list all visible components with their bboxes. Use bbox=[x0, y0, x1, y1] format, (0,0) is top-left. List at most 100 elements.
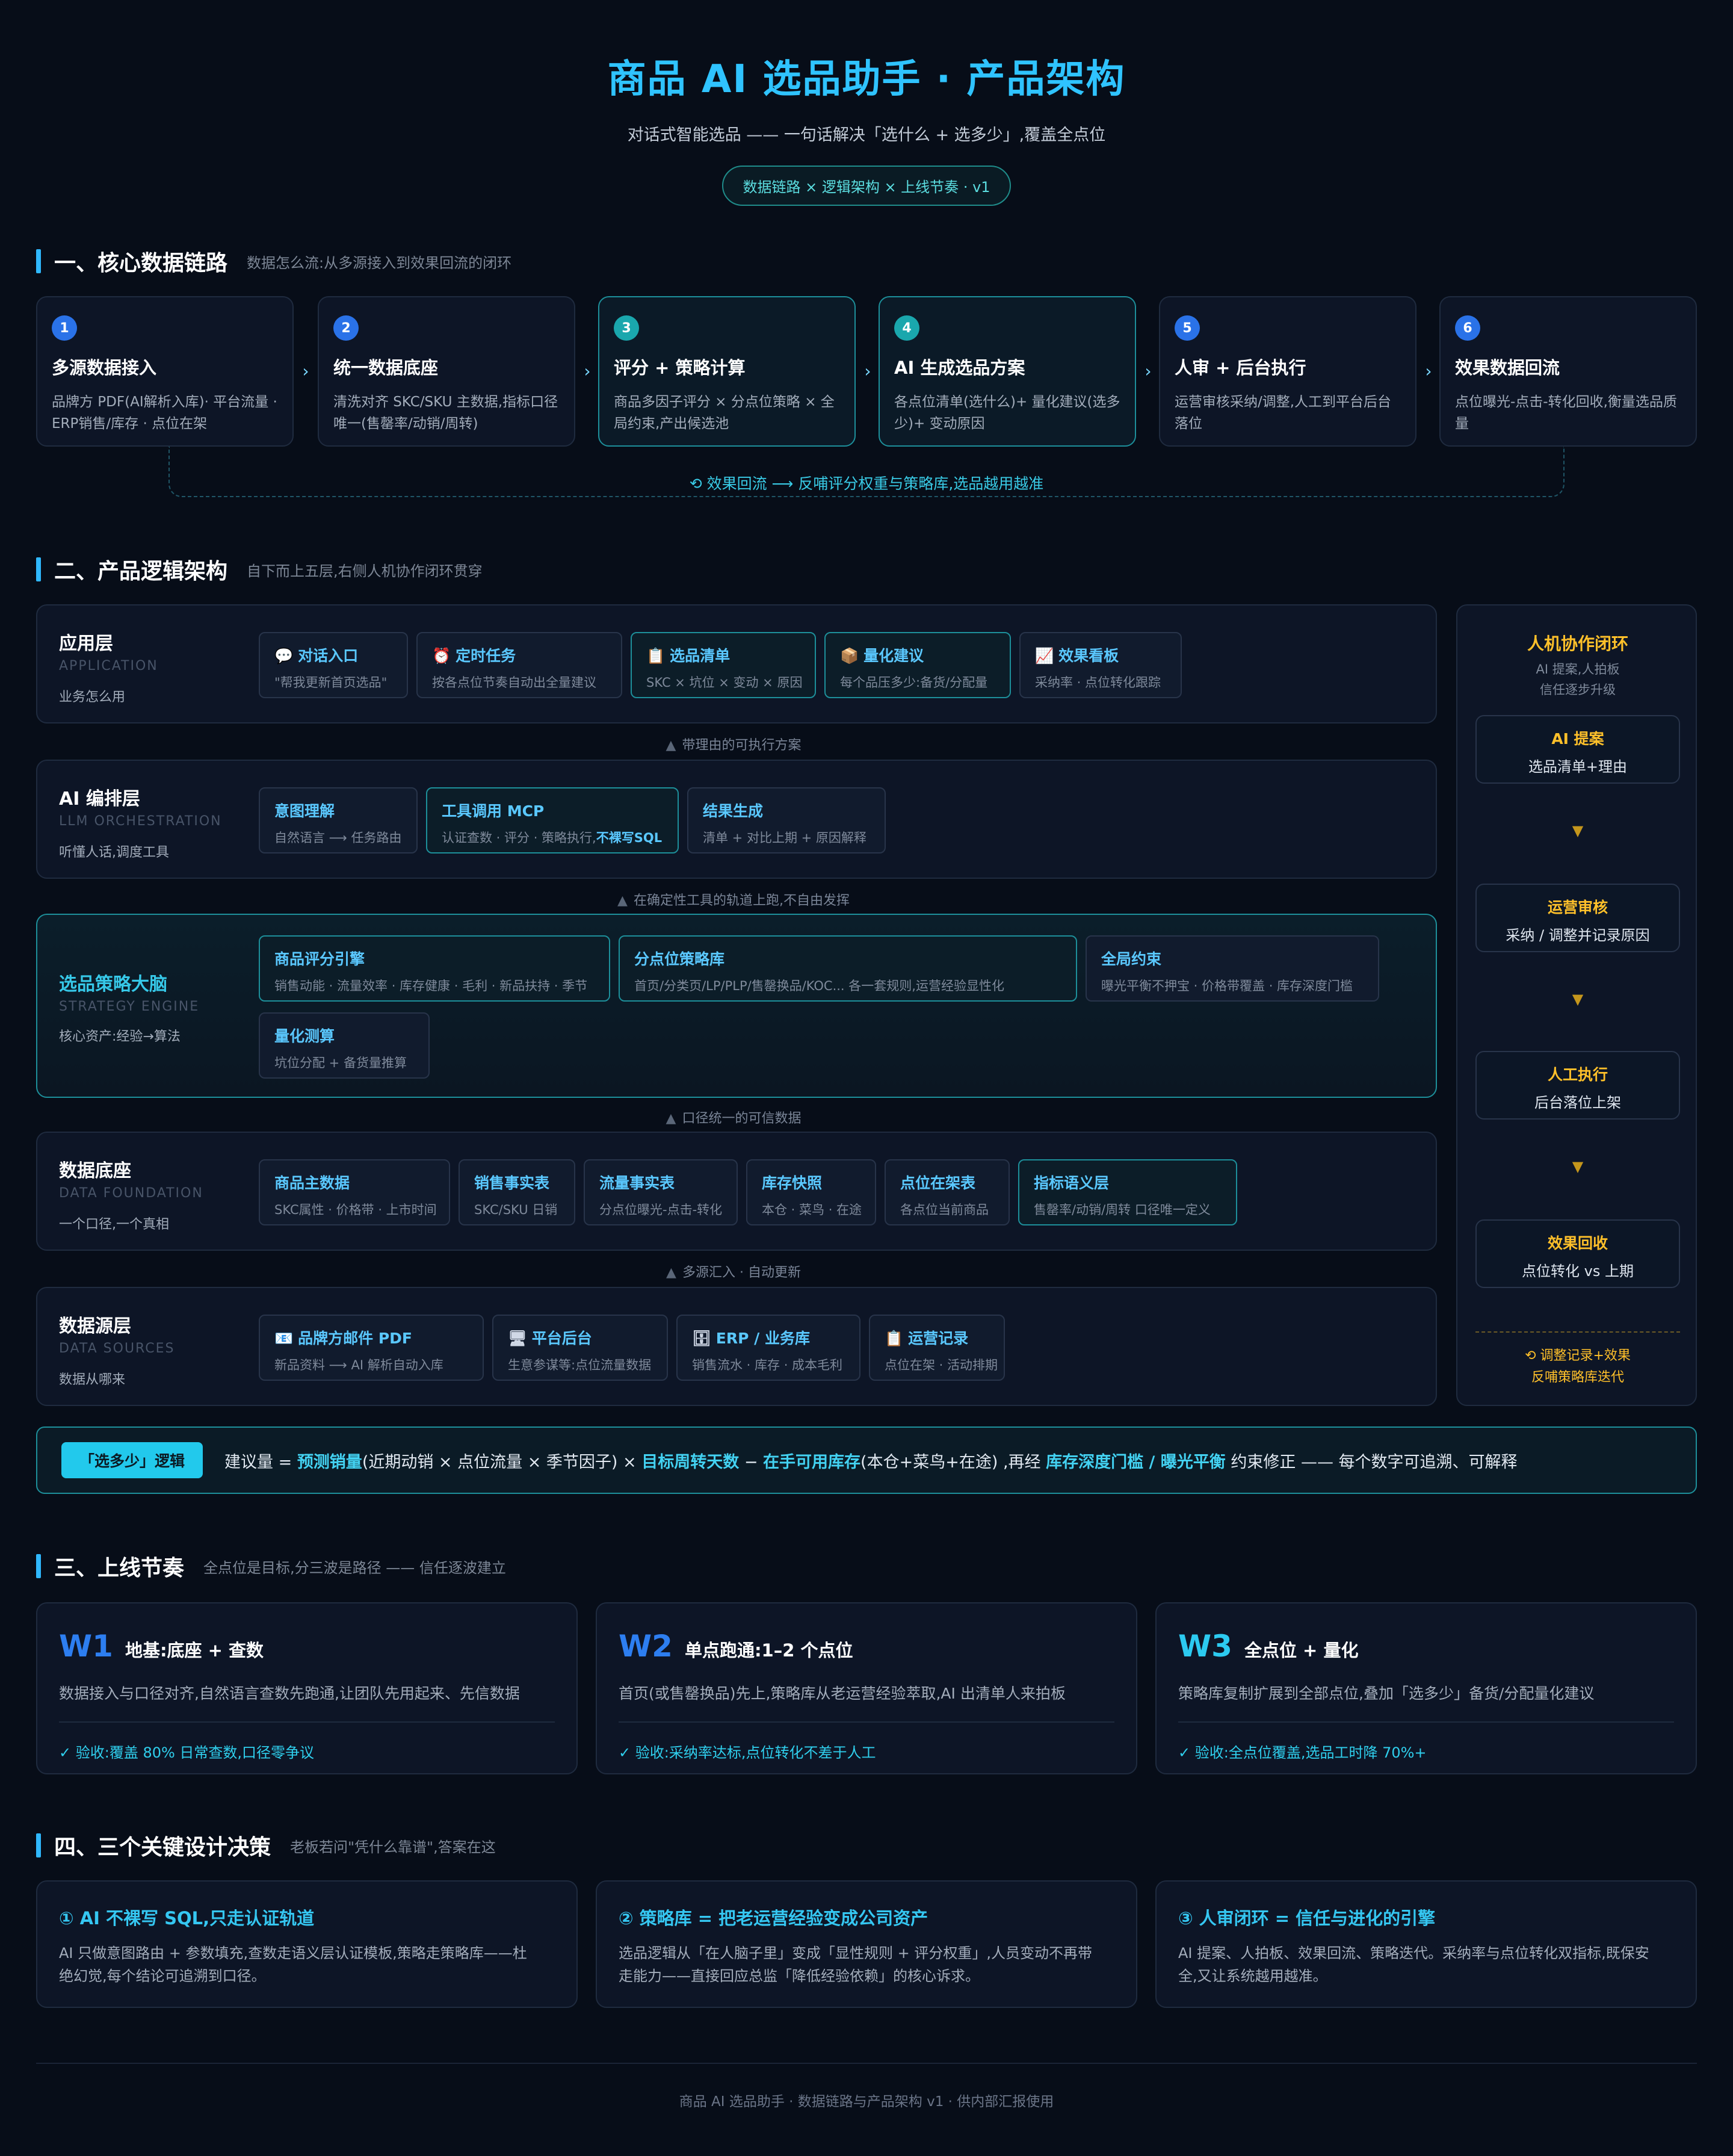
loop-step-title: AI 提案 bbox=[1551, 730, 1604, 748]
section-1-heading: 一、核心数据链路 数据怎么流:从多源接入到效果回流的闭环 bbox=[36, 246, 511, 277]
layer-en-name: APPLICATION bbox=[59, 658, 158, 674]
decision-title: ③ 人审闭环 = 信任与进化的引擎 bbox=[1178, 1908, 1436, 1928]
module-title: 指标语义层 bbox=[1034, 1174, 1110, 1192]
footer-text: 商品 AI 选品助手 · 数据链路与产品架构 v1 · 供内部汇报使用 bbox=[679, 2094, 1054, 2110]
loop-step: 人工执行 后台落位上架 bbox=[1475, 1051, 1680, 1120]
layer-name: 数据源层 bbox=[59, 1316, 131, 1337]
module-desc: 首页/分类页/LP/PLP/售罄换品/KOC... 各一套规则,运营经验显性化 bbox=[634, 979, 1004, 993]
module-card: 销售事实表 SKC/SKU 日销 bbox=[459, 1159, 575, 1225]
loop-step: 效果回收 点位转化 vs 上期 bbox=[1475, 1219, 1680, 1288]
module-desc: 各点位当前商品 bbox=[900, 1203, 989, 1217]
footer-divider bbox=[36, 2063, 1697, 2064]
layer-desc: 数据从哪来 bbox=[59, 1372, 126, 1387]
wave-acceptance: ✓ 验收:采纳率达标,点位转化不差于人工 bbox=[619, 1744, 876, 1761]
step-title: 多源数据接入 bbox=[52, 358, 157, 378]
section-subtitle: 老板若问"凭什么靠谱",答案在这 bbox=[290, 1838, 496, 1856]
chevron-right-icon: › bbox=[584, 361, 591, 381]
chat-bubble-icon: 💬 bbox=[274, 647, 294, 664]
layer-connector: ▲ 多源汇入 · 自动更新 bbox=[666, 1265, 801, 1280]
module-card: 点位在架表 各点位当前商品 bbox=[885, 1159, 1010, 1225]
module-card: 结果生成 清单 + 对比上期 + 原因解释 bbox=[687, 787, 886, 853]
human-ai-loop-panel: 人机协作闭环 AI 提案,人拍板 信任逐步升级 AI 提案 选品清单+理由 ▼ … bbox=[1456, 604, 1697, 1406]
module-desc: "帮我更新首页选品" bbox=[274, 675, 388, 690]
module-card: 全局约束 曝光平衡不押宝 · 价格带覆盖 · 库存深度门槛 bbox=[1086, 935, 1379, 1002]
wave-card: W3 全点位 + 量化 策略库复制扩展到全部点位,叠加「选多少」备货/分配量化建议… bbox=[1155, 1602, 1697, 1774]
module-desc: 销售动能 · 流量效率 · 库存健康 · 毛利 · 新品扶持 · 季节 bbox=[274, 979, 588, 993]
step-title: 效果数据回流 bbox=[1455, 358, 1560, 378]
module-title: 定时任务 bbox=[456, 647, 516, 664]
chevron-right-icon: › bbox=[302, 361, 309, 381]
module-card: 🖥 平台后台 生意参谋等:点位流量数据 bbox=[492, 1315, 668, 1381]
step-number: 5 bbox=[1175, 315, 1200, 341]
triangle-up-icon: ▲ bbox=[666, 1265, 676, 1280]
decision-desc: 走能力——直接回应总监「降低经验依赖」的核心诉求。 bbox=[619, 1968, 980, 1984]
formula-tag: 「选多少」逻辑 bbox=[61, 1442, 203, 1478]
module-card: 库存快照 本仓 · 菜鸟 · 在途 bbox=[746, 1159, 876, 1225]
step-number: 6 bbox=[1455, 315, 1480, 341]
step-number: 2 bbox=[333, 315, 359, 341]
step-card: 3 评分 + 策略计算 商品多因子评分 × 分点位策略 × 全局约束,产出候选池 bbox=[598, 296, 856, 447]
package-icon: 📦 bbox=[840, 647, 859, 664]
module-desc: 自然语言 ⟶ 任务路由 bbox=[274, 831, 402, 845]
layer-connector: ▲ 带理由的可执行方案 bbox=[666, 738, 802, 753]
layer-en-name: STRATEGY ENGINE bbox=[59, 999, 200, 1014]
module-title: 库存快照 bbox=[762, 1174, 823, 1192]
step-number: 4 bbox=[894, 315, 919, 341]
layer-name: 选品策略大脑 bbox=[59, 974, 167, 995]
step-desc: 运营审核采纳/调整,人工到平台后台落位 bbox=[1175, 394, 1392, 432]
module-card: 量化测算 坑位分配 + 备货量推算 bbox=[259, 1012, 430, 1079]
module-desc: 点位在架 · 活动排期 bbox=[885, 1358, 998, 1372]
wave-key: W2 bbox=[619, 1629, 673, 1664]
formula-text: 建议量 = 预测销量(近期动销 × 点位流量 × 季节因子) × 目标周转天数 … bbox=[224, 1452, 1518, 1472]
section-title: 四、三个关键设计决策 bbox=[54, 1835, 271, 1860]
module-title: 分点位策略库 bbox=[634, 950, 725, 968]
panel-footer: ⟲ 调整记录+效果 bbox=[1525, 1348, 1631, 1363]
module-desc: 售罄率/动销/周转 口径唯一定义 bbox=[1034, 1203, 1211, 1217]
module-desc: 本仓 · 菜鸟 · 在途 bbox=[762, 1203, 862, 1217]
decision-desc: 全,又让系统越用越准。 bbox=[1178, 1968, 1327, 1984]
wave-card: W1 地基:底座 + 查数 数据接入与口径对齐,自然语言查数先跑通,让团队先用起来… bbox=[36, 1602, 578, 1774]
step-desc: 清洗对齐 SKC/SKU 主数据,指标口径唯一(售罄率/动销/周转) bbox=[333, 394, 558, 432]
decision-card: ② 策略库 = 把老运营经验变成公司资产 选品逻辑从「在人脑子里」变成「显性规则… bbox=[596, 1880, 1137, 2008]
module-desc: SKC × 坑位 × 变动 × 原因 bbox=[646, 675, 803, 690]
step-title: AI 生成选品方案 bbox=[894, 358, 1025, 378]
page-title: 商品 AI 选品助手 · 产品架构 bbox=[607, 57, 1126, 102]
loop-step-title: 运营审核 bbox=[1547, 899, 1608, 916]
triangle-up-icon: ▲ bbox=[617, 893, 628, 908]
module-card: ⏰ 定时任务 按各点位节奏自动出全量建议 bbox=[416, 632, 622, 698]
database-icon: 🗄 bbox=[692, 1330, 711, 1347]
page-subtitle: 对话式智能选品 —— 一句话解决「选什么 + 选多少」,覆盖全点位 bbox=[627, 126, 1106, 144]
module-card: 📋 选品清单 SKC × 坑位 × 变动 × 原因 bbox=[631, 632, 816, 698]
module-card: 商品评分引擎 销售动能 · 流量效率 · 库存健康 · 毛利 · 新品扶持 · … bbox=[259, 935, 610, 1002]
module-desc: 采纳率 · 点位转化跟踪 bbox=[1035, 675, 1161, 690]
section-subtitle: 自下而上五层,右侧人机协作闭环贯穿 bbox=[247, 562, 483, 580]
module-card: 💬 对话入口 "帮我更新首页选品" bbox=[259, 632, 408, 698]
wave-desc: 策略库复制扩展到全部点位,叠加「选多少」备货/分配量化建议 bbox=[1178, 1685, 1595, 1702]
module-desc: 按各点位节奏自动出全量建议 bbox=[432, 675, 596, 690]
layer-name: AI 编排层 bbox=[59, 788, 140, 810]
step-card: 6 效果数据回流 点位曝光-点击-转化回收,衡量选品质量 bbox=[1439, 296, 1697, 447]
header: 商品 AI 选品助手 · 产品架构 对话式智能选品 —— 一句话解决「选什么 +… bbox=[0, 48, 1733, 206]
layer-desc: 核心资产:经验→算法 bbox=[59, 1029, 181, 1044]
layer-strategy-engine: 选品策略大脑 STRATEGY ENGINE 核心资产:经验→算法 商品评分引擎… bbox=[36, 914, 1437, 1098]
layer-name: 数据底座 bbox=[59, 1160, 131, 1182]
step-desc: 点位曝光-点击-转化回收,衡量选品质量 bbox=[1455, 394, 1677, 432]
module-title: 商品评分引擎 bbox=[274, 950, 365, 968]
module-title: 对话入口 bbox=[298, 647, 359, 664]
module-card: 🗄 ERP / 业务库 销售流水 · 库存 · 成本毛利 bbox=[676, 1315, 860, 1381]
layer-data-foundation: 数据底座 DATA FOUNDATION 一个口径,一个真相 商品主数据 SKC… bbox=[36, 1132, 1437, 1251]
module-card: 工具调用 MCP 认证查数 · 评分 · 策略执行,不裸写SQL bbox=[426, 787, 679, 853]
module-title: 全局约束 bbox=[1101, 950, 1162, 968]
section-marker bbox=[36, 1554, 41, 1578]
layer-connector: ▲ 在确定性工具的轨道上跑,不自由发挥 bbox=[617, 893, 850, 908]
step-title: 人审 + 后台执行 bbox=[1175, 358, 1306, 378]
module-title: 意图理解 bbox=[274, 802, 335, 820]
chevron-right-icon: › bbox=[864, 361, 871, 381]
chevron-right-icon: › bbox=[1145, 361, 1152, 381]
section-marker bbox=[36, 249, 41, 273]
module-title: ERP / 业务库 bbox=[715, 1330, 810, 1347]
divider bbox=[1475, 1331, 1680, 1333]
decision-card: ① AI 不裸写 SQL,只走认证轨道 AI 只做意图路由 + 参数填充,查数走… bbox=[36, 1880, 578, 2008]
module-desc: SKC/SKU 日销 bbox=[474, 1203, 558, 1217]
module-title: 品牌方邮件 PDF bbox=[298, 1330, 412, 1347]
